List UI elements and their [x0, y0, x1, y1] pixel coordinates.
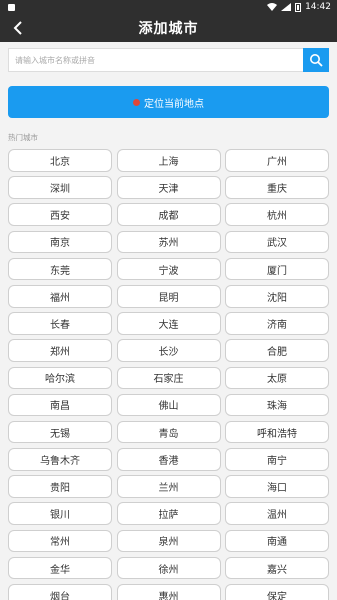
- city-button[interactable]: 呼和浩特: [225, 420, 329, 444]
- city-button[interactable]: 银川: [8, 502, 112, 526]
- city-button[interactable]: 天津: [116, 176, 221, 199]
- city-button[interactable]: 北京: [8, 149, 112, 172]
- city-button[interactable]: 合肥: [225, 339, 329, 362]
- city-button[interactable]: 福州: [8, 284, 112, 308]
- city-button[interactable]: 重庆: [225, 176, 329, 199]
- search-input[interactable]: [8, 48, 303, 72]
- city-button[interactable]: 贵阳: [8, 475, 112, 498]
- city-button[interactable]: 西安: [8, 203, 112, 226]
- battery-icon: [295, 2, 302, 12]
- city-button[interactable]: 兰州: [116, 475, 221, 498]
- city-button[interactable]: 哈尔滨: [8, 366, 112, 390]
- city-button[interactable]: 徐州: [116, 556, 221, 580]
- city-button[interactable]: 东莞: [8, 257, 112, 281]
- city-button[interactable]: 沈阳: [225, 284, 329, 308]
- city-button[interactable]: 佛山: [116, 393, 221, 417]
- chevron-left-icon: [13, 21, 22, 35]
- search-button[interactable]: [303, 48, 329, 72]
- city-button[interactable]: 金华: [8, 556, 112, 580]
- search-icon: [310, 54, 323, 67]
- city-button[interactable]: 郑州: [8, 339, 112, 362]
- city-button[interactable]: 香港: [116, 448, 221, 471]
- city-button[interactable]: 烟台: [8, 584, 112, 600]
- city-button[interactable]: 济南: [225, 312, 329, 335]
- city-button[interactable]: 武汉: [225, 230, 329, 254]
- city-button[interactable]: 海口: [225, 475, 329, 498]
- notification-icons: [8, 3, 15, 11]
- wifi-icon: [267, 3, 278, 11]
- city-button[interactable]: 苏州: [116, 230, 221, 254]
- system-icons: 14:42: [267, 2, 331, 12]
- city-button[interactable]: 保定: [225, 584, 329, 600]
- locate-label: 定位当前地点: [144, 98, 204, 110]
- city-button[interactable]: 南宁: [225, 448, 329, 471]
- city-button[interactable]: 拉萨: [116, 502, 221, 526]
- city-button[interactable]: 嘉兴: [225, 556, 329, 580]
- city-button[interactable]: 广州: [225, 149, 329, 172]
- city-button[interactable]: 无锡: [8, 420, 112, 444]
- signal-icon: [281, 3, 292, 11]
- city-button[interactable]: 成都: [116, 203, 221, 226]
- city-button[interactable]: 南昌: [8, 393, 112, 417]
- location-pin-icon: [133, 98, 140, 106]
- city-button[interactable]: 常州: [8, 529, 112, 553]
- city-button[interactable]: 昆明: [116, 284, 221, 308]
- city-button[interactable]: 深圳: [8, 176, 112, 199]
- city-button[interactable]: 大连: [116, 312, 221, 335]
- city-button[interactable]: 太原: [225, 366, 329, 390]
- city-button[interactable]: 杭州: [225, 203, 329, 226]
- city-button[interactable]: 上海: [116, 149, 221, 172]
- city-button[interactable]: 泉州: [116, 529, 221, 553]
- search-bar: [8, 48, 329, 72]
- title-bar: 添加城市: [0, 14, 337, 42]
- city-button[interactable]: 乌鲁木齐: [8, 448, 112, 471]
- city-button[interactable]: 宁波: [116, 257, 221, 281]
- locate-current-button[interactable]: 定位当前地点: [8, 86, 329, 118]
- city-button[interactable]: 长春: [8, 312, 112, 335]
- city-button[interactable]: 南京: [8, 230, 112, 254]
- city-button[interactable]: 长沙: [116, 339, 221, 362]
- hot-cities-grid: 北京 上海 广州深圳 天津 重庆西安 成都 杭州南京 苏州 武汉东莞 宁波 厦门福州 昆明 沈阳长春 大连…: [8, 149, 329, 600]
- city-button[interactable]: 厦门: [225, 257, 329, 281]
- city-button[interactable]: 南通: [225, 529, 329, 553]
- city-button[interactable]: 温州: [225, 502, 329, 526]
- hot-cities-title: 热门城市: [8, 133, 38, 142]
- notification-icon: [8, 3, 15, 11]
- status-time: 14:42: [305, 2, 331, 12]
- page-title: 添加城市: [138, 21, 199, 37]
- status-bar: 14:42: [0, 0, 337, 14]
- city-button[interactable]: 青岛: [116, 420, 221, 444]
- city-button[interactable]: 珠海: [225, 393, 329, 417]
- city-button[interactable]: 惠州: [116, 584, 221, 600]
- city-button[interactable]: 石家庄: [116, 366, 221, 390]
- back-button[interactable]: [6, 14, 30, 42]
